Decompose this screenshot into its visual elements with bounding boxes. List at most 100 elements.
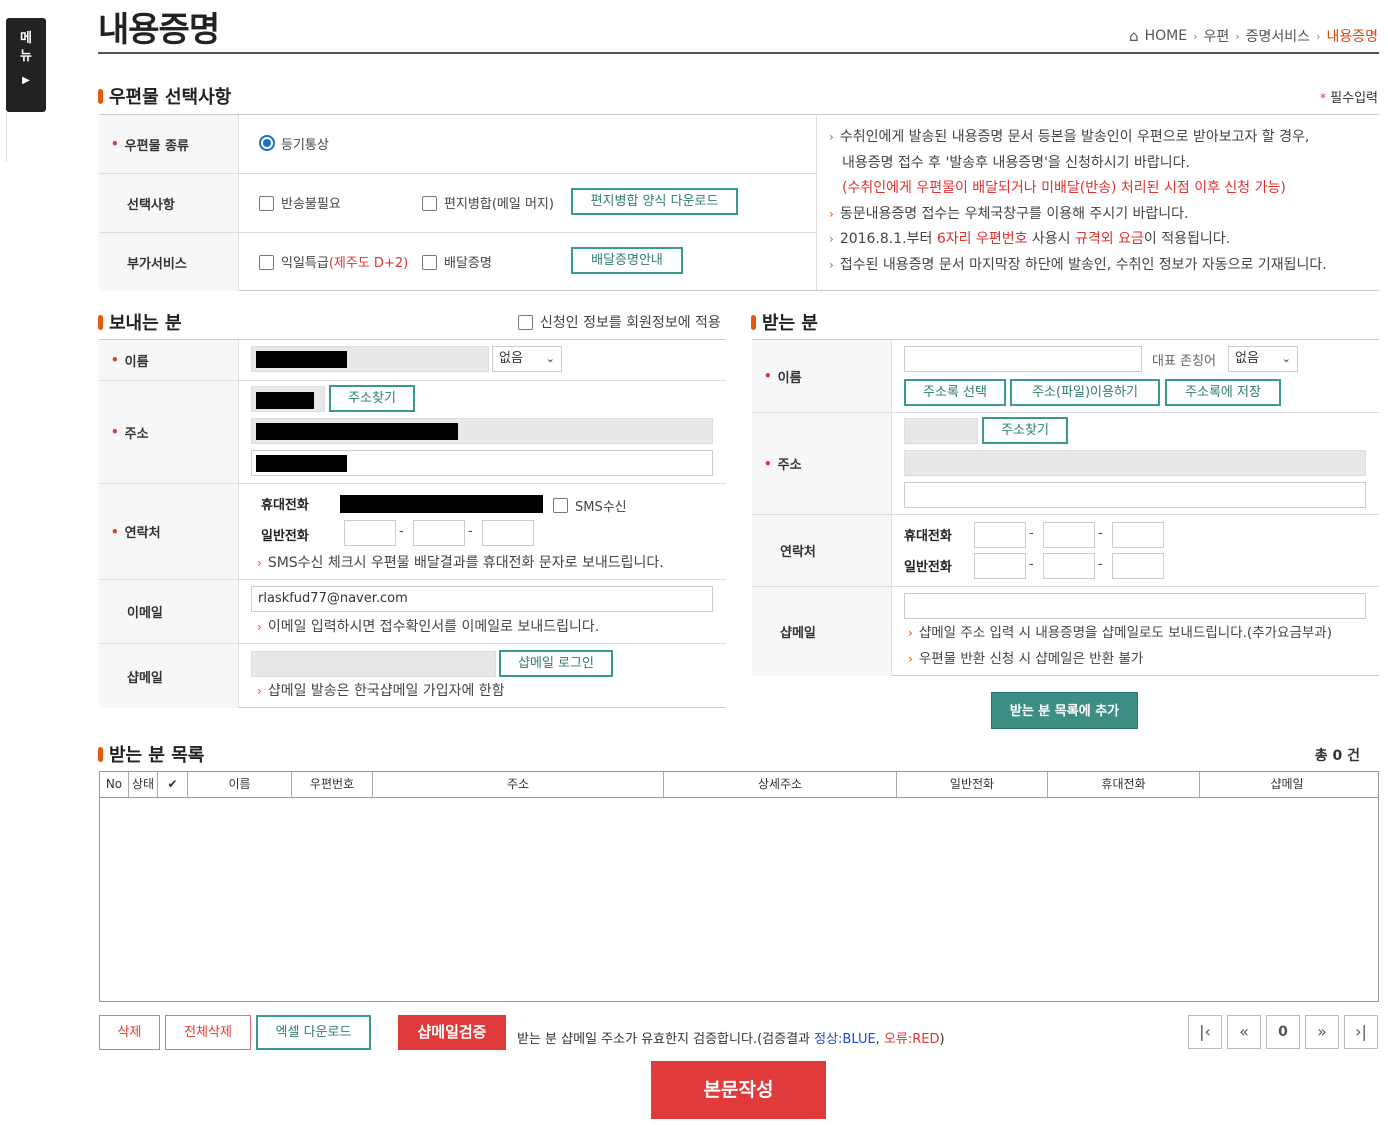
last-page-icon[interactable]: ›| [1344, 1015, 1378, 1049]
sender-shopmail-label: 샵메일 [99, 644, 239, 708]
info-note-1b: 내용증명 접수 후 '발송후 내용증명'을 신청하시기 바랍니다. [842, 154, 1190, 171]
sender-addr-search-button[interactable]: 주소찾기 [329, 385, 415, 412]
receiver-name-input[interactable] [904, 346, 1142, 372]
receiver-shopmail-input[interactable] [904, 593, 1366, 619]
section-marker [98, 314, 103, 330]
col-check-all[interactable]: ✔ [158, 772, 188, 797]
home-icon[interactable]: ⌂ [1129, 27, 1139, 45]
write-body-button[interactable]: 본문작성 [651, 1061, 826, 1119]
side-menu-label-1: 메 [20, 31, 32, 46]
verify-note: 받는 분 샵메일 주소가 유효한지 검증합니다.(검증결과 정상:BLUE, 오… [517, 1032, 945, 1047]
excel-download-button[interactable]: 엑셀 다운로드 [256, 1015, 371, 1050]
receiver-shopmail-note-2: › 우편물 반환 신청 시 샵메일은 반환 불가 [908, 651, 1144, 667]
receiver-total-count: 총 0 건 [1314, 748, 1360, 764]
delivery-info-button[interactable]: 배달증명안내 [571, 247, 683, 274]
info-note-3: › 2016.8.1.부터 6자리 우편번호 사용시 규격외 요금이 적용됩니다. [829, 231, 1231, 247]
receiver-phone-2[interactable] [1043, 553, 1095, 579]
mail-merge-checkbox[interactable] [422, 196, 437, 211]
section-mail-title-text: 우편물 선택사항 [109, 87, 232, 108]
page-number[interactable]: 0 [1266, 1015, 1300, 1049]
next-page-icon[interactable]: » [1305, 1015, 1339, 1049]
receiver-zip-input[interactable] [904, 418, 978, 444]
receiver-list-header: No 상태 ✔ 이름 우편번호 주소 상세주소 일반전화 휴대전화 샵메일 [99, 771, 1379, 798]
receiver-mobile-label: 휴대전화 [904, 529, 952, 544]
receiver-phone-3[interactable] [1112, 553, 1164, 579]
sms-checkbox[interactable] [553, 498, 568, 513]
receiver-title-label: 대표 존칭어 [1152, 354, 1216, 369]
dash: - [468, 524, 473, 539]
extra-service-row: 부가서비스 익일특급(제주도 D+2) 배달증명 배달증명안내 [99, 233, 816, 291]
info-note-1c: (수취인에게 우편물이 배달되거나 미배달(반송) 처리된 시점 이후 신청 가… [842, 180, 1286, 196]
sender-shopmail-input[interactable] [251, 651, 496, 677]
shopmail-login-button[interactable]: 샵메일 로그인 [499, 650, 613, 677]
shopmail-verify-button[interactable]: 샵메일검증 [398, 1015, 506, 1050]
first-page-icon[interactable]: |‹ [1188, 1015, 1222, 1049]
receiver-addr-label: • 주소 [752, 413, 892, 514]
addrbook-select-button[interactable]: 주소록 선택 [904, 379, 1006, 406]
delete-all-button[interactable]: 전체삭제 [165, 1015, 251, 1050]
title-divider [98, 52, 1379, 54]
receiver-addr-input[interactable] [904, 450, 1366, 476]
delivery-proof-checkbox[interactable] [422, 255, 437, 270]
sender-phone-1[interactable] [344, 520, 396, 546]
prev-page-icon[interactable]: « [1227, 1015, 1261, 1049]
chevron-down-icon: ⌄ [545, 352, 555, 365]
side-menu-toggle[interactable]: 메 뉴 ▶ [6, 18, 46, 112]
apply-member-checkbox[interactable] [518, 315, 533, 330]
info-notes: › 수취인에게 발송된 내용증명 문서 등본을 발송인이 우편으로 받아보고자 할… [816, 114, 1379, 291]
select-options-row: 선택사항 반송불필요 편지병합(메일 머지) 편지병합 양식 다운로드 [99, 174, 816, 233]
chevron-right-icon: › [1193, 29, 1198, 43]
section-marker [98, 746, 103, 762]
receiver-phone-1[interactable] [974, 553, 1026, 579]
sender-mobile-label: 휴대전화 [261, 498, 309, 513]
redacted-block [256, 351, 347, 368]
merge-download-button[interactable]: 편지병합 양식 다운로드 [571, 188, 738, 215]
sender-title: 보내는 분 [98, 309, 182, 335]
receiver-contact-label: 연락처 [752, 515, 892, 586]
section-mail-title: 우편물 선택사항 [98, 83, 231, 109]
extra-service-label: 부가서비스 [99, 233, 239, 291]
email-note: › 이메일 입력하시면 접수확인서를 이메일로 보내드립니다. [257, 619, 600, 635]
receiver-list-title-text: 받는 분 목록 [109, 745, 205, 766]
sender-phone-2[interactable] [413, 520, 465, 546]
sms-note: › SMS수신 체크시 우편물 배달결과를 휴대전화 문자로 보내드립니다. [257, 555, 664, 571]
receiver-addr-detail-input[interactable] [904, 482, 1366, 508]
page-title: 내용증명 [98, 10, 220, 50]
receiver-mobile-3[interactable] [1112, 522, 1164, 548]
add-receiver-button[interactable]: 받는 분 목록에 추가 [991, 692, 1138, 729]
sender-addr-label: • 주소 [99, 381, 239, 483]
receiver-phone-label: 일반전화 [904, 560, 952, 575]
breadcrumb-cert[interactable]: 증명서비스 [1246, 26, 1310, 46]
chevron-right-icon: › [1316, 29, 1321, 43]
mail-options-table: • 우편물 종류 등기통상 선택사항 반송불필요 편지병합(메일 머지) 편지병합… [99, 114, 816, 291]
breadcrumb: ⌂ HOME › 우편 › 증명서비스 › 내용증명 [1129, 26, 1378, 46]
receiver-title-select[interactable]: 없음 ⌄ [1228, 346, 1298, 372]
dash: - [1029, 526, 1034, 541]
sender-phone-label: 일반전화 [261, 529, 309, 544]
no-return-checkbox[interactable] [259, 196, 274, 211]
mail-merge-label: 편지병합(메일 머지) [444, 197, 554, 212]
receiver-addr-search-button[interactable]: 주소찾기 [982, 417, 1068, 444]
info-note-2: › 동문내용증명 접수는 우체국창구를 이용해 주시기 바랍니다. [829, 205, 1189, 222]
chevron-right-icon: › [1235, 29, 1240, 43]
info-note-1a: › 수취인에게 발송된 내용증명 문서 등본을 발송인이 우편으로 받아보고자 할… [829, 129, 1310, 145]
addr-file-button[interactable]: 주소(파일)이용하기 [1010, 379, 1160, 406]
receiver-list-body [99, 797, 1379, 1002]
delete-button[interactable]: 삭제 [99, 1015, 160, 1050]
sender-title-select[interactable]: 없음 ⌄ [492, 346, 562, 372]
receiver-mobile-2[interactable] [1043, 522, 1095, 548]
sender-email-input[interactable]: rlaskfud77@naver.com [251, 586, 713, 612]
breadcrumb-post[interactable]: 우편 [1203, 26, 1229, 46]
addrbook-save-button[interactable]: 주소록에 저장 [1165, 379, 1281, 406]
breadcrumb-home[interactable]: HOME [1145, 28, 1187, 44]
receiver-mobile-1[interactable] [974, 522, 1026, 548]
dash: - [1098, 526, 1103, 541]
col-status: 상태 [129, 772, 158, 797]
receiver-addr-row: • 주소 주소찾기 [752, 413, 1379, 515]
sender-shopmail-row: 샵메일 샵메일 로그인 › 샵메일 발송은 한국샵메일 가입자에 한함 [99, 644, 726, 708]
mail-type-radio[interactable] [259, 135, 275, 151]
sender-email-label: 이메일 [99, 580, 239, 643]
sender-name-label: • 이름 [99, 340, 239, 380]
sender-phone-3[interactable] [482, 520, 534, 546]
next-day-checkbox[interactable] [259, 255, 274, 270]
